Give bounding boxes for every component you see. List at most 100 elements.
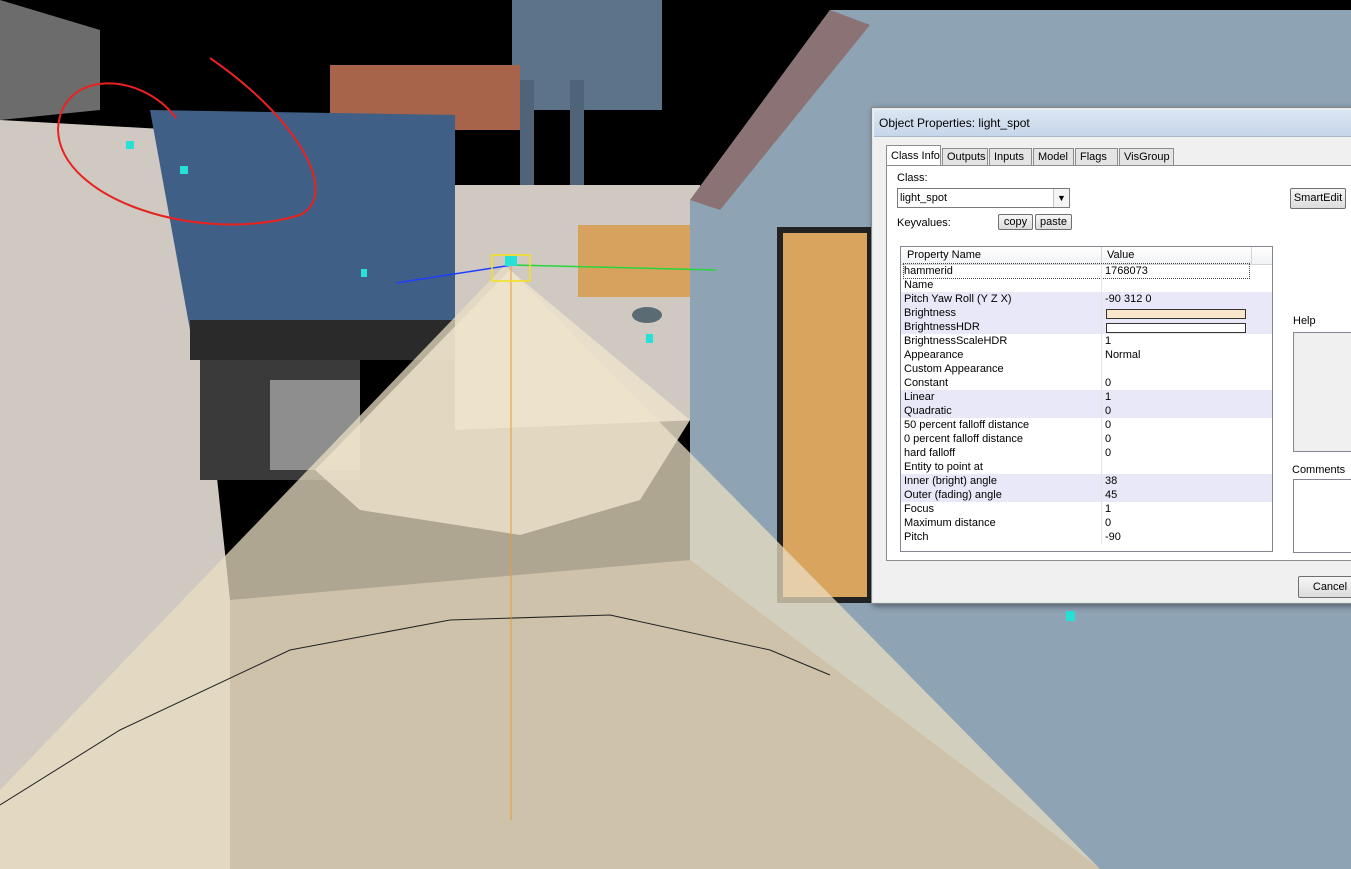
tab-outputs[interactable]: Outputs bbox=[942, 148, 988, 165]
cell-divider bbox=[1101, 446, 1102, 460]
comments-field[interactable] bbox=[1293, 479, 1351, 553]
property-name: Entity to point at bbox=[904, 461, 983, 473]
property-value: 0 bbox=[1105, 447, 1112, 459]
help-box bbox=[1293, 332, 1351, 452]
class-dropdown[interactable]: light_spot ▼ bbox=[897, 188, 1070, 208]
chevron-down-icon[interactable]: ▼ bbox=[1053, 189, 1069, 207]
property-name: BrightnessHDR bbox=[904, 321, 980, 333]
table-row[interactable]: Focus 1 bbox=[901, 502, 1272, 516]
light-entity-marker[interactable] bbox=[646, 334, 653, 343]
table-row[interactable]: hard falloff 0 bbox=[901, 446, 1272, 460]
property-value: 1 bbox=[1105, 391, 1112, 403]
property-value: 0 bbox=[1105, 377, 1112, 389]
table-row[interactable]: 50 percent falloff distance 0 bbox=[901, 418, 1272, 432]
light-entity-marker[interactable] bbox=[361, 269, 367, 277]
property-name: Appearance bbox=[904, 349, 964, 361]
cell-divider bbox=[1101, 502, 1102, 516]
brightness-color-swatch[interactable] bbox=[1106, 309, 1246, 319]
water-silo bbox=[512, 0, 662, 110]
table-row[interactable]: Outer (fading) angle 45 bbox=[901, 488, 1272, 502]
cell-divider bbox=[1101, 404, 1102, 418]
brightness-hdr-color-swatch[interactable] bbox=[1106, 323, 1246, 333]
property-name: Outer (fading) angle bbox=[904, 489, 1002, 501]
dialog-title: Object Properties: light_spot bbox=[879, 116, 1030, 130]
light-entity-marker[interactable] bbox=[1066, 611, 1075, 621]
table-row[interactable]: Custom Appearance bbox=[901, 362, 1272, 376]
cancel-button[interactable]: Cancel bbox=[1298, 576, 1351, 598]
paste-button[interactable]: paste bbox=[1035, 214, 1072, 230]
property-name: 0 percent falloff distance bbox=[904, 433, 1024, 445]
object-properties-dialog: Object Properties: light_spot Class Info… bbox=[871, 107, 1351, 604]
property-value: 1 bbox=[1105, 503, 1112, 515]
cell-divider bbox=[1101, 362, 1102, 376]
help-label: Help bbox=[1293, 315, 1316, 327]
table-body: hammerid 1768073 Name Pitch Yaw Roll (Y Z X… bbox=[901, 263, 1272, 544]
property-name: Pitch bbox=[904, 531, 929, 543]
cell-divider bbox=[1101, 474, 1102, 488]
wall-lamp bbox=[632, 307, 662, 323]
cell-divider bbox=[1101, 334, 1102, 348]
property-name: Constant bbox=[904, 377, 949, 389]
column-divider[interactable] bbox=[1101, 247, 1102, 264]
light-entity-icon[interactable] bbox=[505, 256, 517, 266]
table-row[interactable]: Pitch Yaw Roll (Y Z X) -90 312 0 bbox=[901, 292, 1272, 306]
property-name: Inner (bright) angle bbox=[904, 475, 997, 487]
cell-divider bbox=[1101, 292, 1102, 306]
table-row[interactable]: Entity to point at bbox=[901, 460, 1272, 474]
table-row[interactable]: hammerid 1768073 bbox=[901, 263, 1272, 279]
property-value: 38 bbox=[1105, 475, 1118, 487]
table-row[interactable]: Linear 1 bbox=[901, 390, 1272, 404]
property-name: Linear bbox=[904, 391, 935, 403]
column-header-name[interactable]: Property Name bbox=[907, 249, 981, 261]
property-value: 0 bbox=[1105, 405, 1112, 417]
property-name: Brightness bbox=[904, 307, 956, 319]
property-name: Maximum distance bbox=[904, 517, 996, 529]
blue-tank bbox=[150, 110, 455, 330]
lit-window bbox=[578, 225, 698, 297]
cell-divider bbox=[1101, 530, 1102, 544]
copy-button[interactable]: copy bbox=[998, 214, 1033, 230]
cell-divider bbox=[1101, 306, 1102, 320]
comments-label: Comments bbox=[1292, 464, 1346, 476]
column-header-value[interactable]: Value bbox=[1107, 249, 1134, 261]
tab-visgroup[interactable]: VisGroup bbox=[1119, 148, 1174, 165]
property-name: Custom Appearance bbox=[904, 363, 1004, 375]
table-row[interactable]: Quadratic 0 bbox=[901, 404, 1272, 418]
tall-window bbox=[777, 227, 873, 603]
table-row[interactable]: BrightnessScaleHDR 1 bbox=[901, 334, 1272, 348]
tab-model[interactable]: Model bbox=[1033, 148, 1074, 165]
table-row[interactable]: Inner (bright) angle 38 bbox=[901, 474, 1272, 488]
tab-inputs[interactable]: Inputs bbox=[989, 148, 1032, 165]
keyvalues-table[interactable]: Property Name Value hammerid 1768073 Name P… bbox=[900, 246, 1273, 552]
property-value: 1 bbox=[1105, 335, 1112, 347]
cell-divider bbox=[1101, 488, 1102, 502]
table-row[interactable]: Name bbox=[901, 278, 1272, 292]
table-row[interactable]: 0 percent falloff distance 0 bbox=[901, 432, 1272, 446]
property-name: hard falloff bbox=[904, 447, 956, 459]
property-value: 45 bbox=[1105, 489, 1118, 501]
cell-divider bbox=[1101, 516, 1102, 530]
property-name: hammerid bbox=[903, 263, 1250, 279]
property-name: Name bbox=[904, 279, 934, 291]
light-entity-marker[interactable] bbox=[180, 166, 188, 174]
table-row[interactable]: Appearance Normal bbox=[901, 348, 1272, 362]
property-name: Quadratic bbox=[904, 405, 952, 417]
table-row[interactable]: Brightness bbox=[901, 306, 1272, 320]
property-value: 0 bbox=[1105, 433, 1112, 445]
property-value: 0 bbox=[1105, 419, 1112, 431]
table-row[interactable]: Pitch -90 bbox=[901, 530, 1272, 544]
table-header: Property Name Value bbox=[901, 247, 1272, 265]
keyvalues-label: Keyvalues: bbox=[897, 217, 951, 229]
tab-flags[interactable]: Flags bbox=[1075, 148, 1118, 165]
property-value: 1768073 bbox=[1105, 265, 1148, 277]
dialog-titlebar[interactable]: Object Properties: light_spot bbox=[874, 110, 1351, 137]
property-name: 50 percent falloff distance bbox=[904, 419, 1030, 431]
smartedit-button[interactable]: SmartEdit bbox=[1290, 188, 1346, 209]
table-row[interactable]: Constant 0 bbox=[901, 376, 1272, 390]
table-row[interactable]: Maximum distance 0 bbox=[901, 516, 1272, 530]
table-row[interactable]: BrightnessHDR bbox=[901, 320, 1272, 334]
light-entity-marker[interactable] bbox=[126, 141, 134, 149]
tab-class-info[interactable]: Class Info bbox=[886, 145, 941, 166]
class-label: Class: bbox=[897, 172, 928, 184]
column-divider[interactable] bbox=[1251, 247, 1252, 264]
